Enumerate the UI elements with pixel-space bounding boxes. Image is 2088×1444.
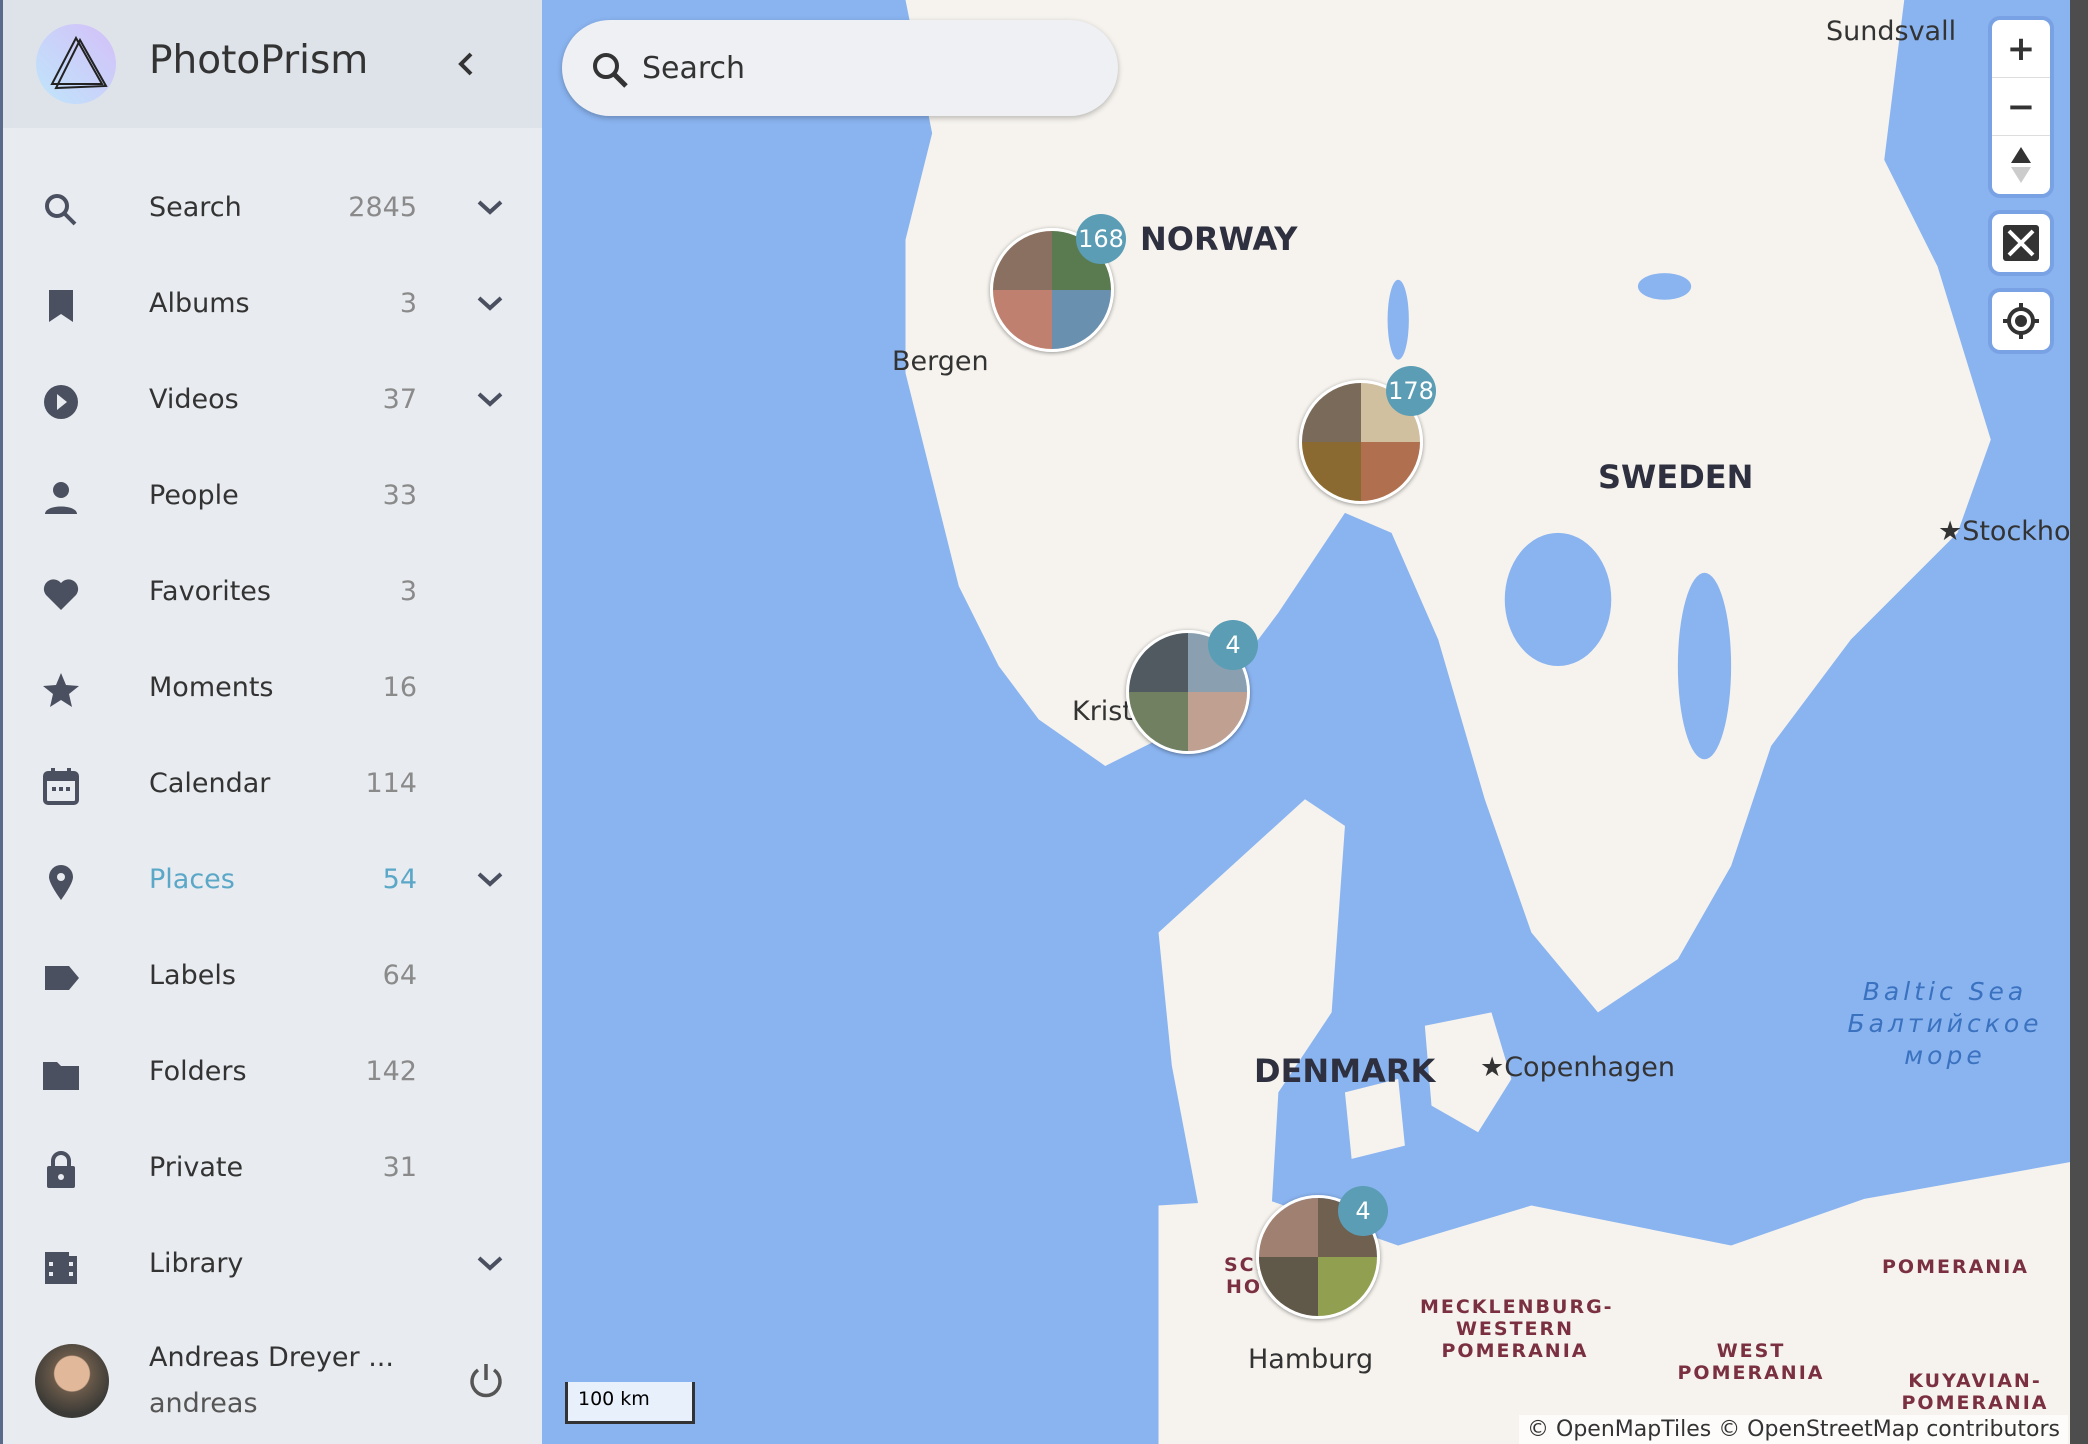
folder-icon	[43, 1062, 79, 1090]
geolocate-control	[1992, 292, 2050, 350]
sidebar-item-label: People	[149, 480, 239, 511]
play-circle-icon	[44, 385, 78, 419]
sidebar-item-label: Videos	[149, 384, 239, 415]
sidebar-item-favorites[interactable]: Favorites 3	[3, 544, 545, 640]
map-label-baltic-sea: Baltic Sea Балтийское море	[1847, 977, 2043, 1070]
sidebar-item-label: Calendar	[149, 768, 271, 799]
sidebar-item-count: 16	[382, 672, 417, 703]
photoprism-logo[interactable]	[36, 24, 116, 104]
chevron-down-icon[interactable]	[473, 190, 507, 224]
person-icon	[45, 482, 77, 514]
window-edge	[2070, 0, 2088, 1444]
chevron-down-icon[interactable]	[473, 862, 507, 896]
map-label-kuyavian-pomerania: KUYAVIAN-POMERANIA	[1901, 1370, 2049, 1414]
fullscreen-icon	[2003, 225, 2039, 261]
sidebar: PhotoPrism Search 2845 Albums 3 Videos 3…	[0, 0, 542, 1444]
map-label-denmark: DENMARK	[1254, 1052, 1436, 1090]
search-icon	[593, 53, 628, 88]
sidebar-item-moments[interactable]: Moments 16	[3, 640, 545, 736]
map-label-stockholm: ★Stockholm	[1938, 516, 2088, 547]
sidebar-item-label: Labels	[149, 960, 236, 991]
star-icon	[43, 673, 79, 707]
sidebar-item-count: 37	[382, 384, 417, 415]
cluster-count-badge[interactable]: 178	[1386, 366, 1436, 416]
sidebar-item-videos[interactable]: Videos 37	[3, 352, 545, 448]
sidebar-item-folders[interactable]: Folders 142	[3, 1024, 545, 1120]
fullscreen-control	[1992, 214, 2050, 272]
sidebar-item-label: Places	[149, 864, 235, 895]
sidebar-item-label: Library	[149, 1248, 244, 1279]
locate-button[interactable]	[1992, 292, 2050, 350]
collapse-sidebar-button[interactable]	[451, 44, 481, 84]
search-icon	[45, 194, 77, 226]
avatar[interactable]	[35, 1344, 109, 1418]
sidebar-item-places[interactable]: Places 54	[3, 832, 545, 928]
search-input[interactable]	[642, 46, 1082, 90]
sidebar-item-label: Albums	[149, 288, 250, 319]
user-login: andreas	[149, 1388, 258, 1419]
fullscreen-button[interactable]	[1992, 214, 2050, 272]
user-name: Andreas Dreyer ...	[149, 1342, 394, 1373]
map-label-sweden: SWEDEN	[1598, 458, 1754, 496]
calendar-icon	[43, 768, 79, 805]
sidebar-item-albums[interactable]: Albums 3	[3, 256, 545, 352]
sidebar-item-calendar[interactable]: Calendar 114	[3, 736, 545, 832]
sidebar-item-label: Private	[149, 1152, 244, 1183]
sidebar-item-count: 31	[382, 1152, 417, 1183]
chevron-down-icon[interactable]	[473, 1246, 507, 1280]
locate-icon	[2003, 303, 2039, 339]
lock-icon	[47, 1151, 75, 1188]
sidebar-item-count: 3	[399, 288, 417, 319]
map-label-norway: NORWAY	[1140, 220, 1298, 258]
sidebar-item-label: Search	[149, 192, 242, 223]
sidebar-item-count: 54	[382, 864, 417, 895]
sidebar-item-count: 3	[399, 576, 417, 607]
place-icon	[49, 865, 73, 900]
power-icon[interactable]	[465, 1360, 507, 1402]
map-label-mecklenburg: MECKLENBURG-WESTERN POMERANIA	[1420, 1296, 1614, 1362]
map-search[interactable]	[562, 20, 1118, 116]
sidebar-item-count: 2845	[348, 192, 417, 223]
sidebar-item-label: Moments	[149, 672, 274, 703]
sidebar-item-count: 114	[365, 768, 417, 799]
land-funen	[1344, 1079, 1405, 1159]
zoom-out-button[interactable]: −	[1992, 78, 2050, 136]
sidebar-item-people[interactable]: People 33	[3, 448, 545, 544]
sidebar-item-search[interactable]: Search 2845	[3, 160, 545, 256]
sidebar-item-library[interactable]: Library	[3, 1216, 545, 1312]
sidebar-item-count: 64	[382, 960, 417, 991]
heart-icon	[43, 579, 79, 610]
chevron-down-icon[interactable]	[473, 286, 507, 320]
map-label-west-pomerania: WEST POMERANIA	[1677, 1340, 1825, 1384]
map-label-bergen: Bergen	[892, 346, 989, 377]
label-icon	[45, 966, 79, 990]
zoom-controls: + −	[1992, 20, 2050, 194]
sidebar-item-label: Favorites	[149, 576, 271, 607]
sidebar-header: PhotoPrism	[3, 0, 542, 128]
bookmark-icon	[49, 290, 73, 322]
cluster-count-badge[interactable]: 168	[1076, 214, 1126, 264]
app-title: PhotoPrism	[149, 38, 369, 83]
map-label-copenhagen: ★Copenhagen	[1480, 1052, 1675, 1083]
library-icon	[45, 1252, 77, 1284]
zoom-in-button[interactable]: +	[1992, 20, 2050, 78]
cluster-count-badge[interactable]: 4	[1338, 1186, 1388, 1236]
sidebar-item-private[interactable]: Private 31	[3, 1120, 545, 1216]
sidebar-item-count: 33	[382, 480, 417, 511]
map-label-sundsvall: Sundsvall	[1826, 16, 1957, 47]
compass-icon	[2011, 147, 2031, 183]
chevron-left-icon	[458, 52, 473, 76]
map-scale: 100 km	[565, 1382, 695, 1424]
chevron-down-icon[interactable]	[473, 382, 507, 416]
sidebar-item-labels[interactable]: Labels 64	[3, 928, 545, 1024]
cluster-count-badge[interactable]: 4	[1208, 620, 1258, 670]
sidebar-item-count: 142	[365, 1056, 417, 1087]
map-label-hamburg: Hamburg	[1248, 1344, 1374, 1375]
user-account[interactable]: Andreas Dreyer ... andreas	[3, 1330, 545, 1444]
compass-button[interactable]	[1992, 136, 2050, 194]
map-label-pomerania: POMERANIA	[1882, 1256, 2029, 1278]
sidebar-item-label: Folders	[149, 1056, 247, 1087]
map-attribution[interactable]: © OpenMapTiles © OpenStreetMap contribut…	[1519, 1415, 2068, 1444]
